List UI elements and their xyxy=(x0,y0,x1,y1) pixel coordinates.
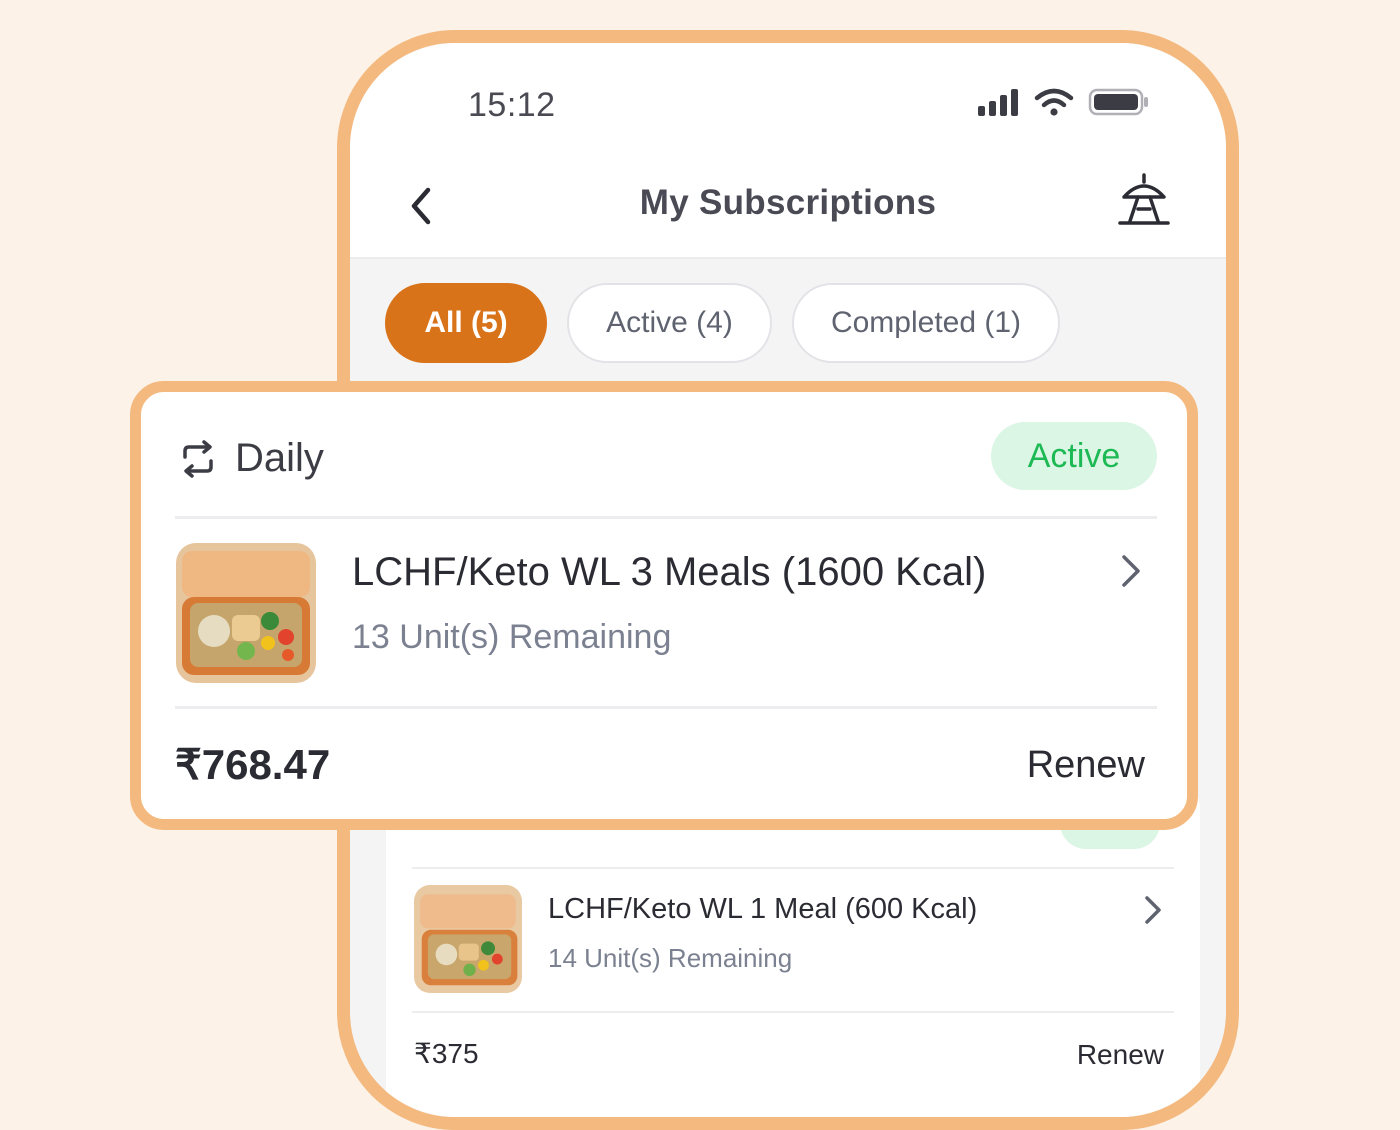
divider xyxy=(412,1011,1174,1013)
units-remaining: 13 Unit(s) Remaining xyxy=(352,618,672,656)
chevron-right-icon[interactable] xyxy=(1119,552,1143,590)
repeat-icon xyxy=(183,440,213,478)
meal-box-image xyxy=(176,543,316,683)
status-icons xyxy=(976,87,1150,117)
meal-thumbnail xyxy=(176,543,316,683)
featured-subscription-card[interactable]: Daily Active LCHF/Keto WL 3 Meals (1600 … xyxy=(130,381,1198,830)
price: ₹375 xyxy=(414,1038,479,1069)
meal-name: LCHF/Keto WL 1 Meal (600 Kcal) xyxy=(548,893,978,925)
subscription-card[interactable]: LCHF/Keto WL 1 Meal (600 Kcal) 14 Unit(s… xyxy=(386,783,1200,1117)
divider xyxy=(175,706,1157,709)
renew-button[interactable]: Renew xyxy=(1077,1039,1164,1071)
wifi-icon xyxy=(1034,88,1074,116)
app-header: 15:12 My Subscriptions xyxy=(350,43,1226,259)
divider xyxy=(412,867,1174,869)
support-button[interactable] xyxy=(1116,169,1172,229)
divider xyxy=(175,516,1157,519)
chevron-right-icon[interactable] xyxy=(1142,893,1164,927)
signal-icon xyxy=(978,89,1018,116)
meal-thumbnail xyxy=(414,885,522,993)
support-beacon-icon xyxy=(1118,173,1170,225)
status-badge: Active xyxy=(991,422,1157,490)
tab-all[interactable]: All (5) xyxy=(385,283,547,363)
battery-icon xyxy=(1088,88,1148,116)
units-remaining: 14 Unit(s) Remaining xyxy=(548,943,793,973)
filter-tabs: All (5) Active (4) Completed (1) xyxy=(385,283,1060,363)
status-time: 15:12 xyxy=(468,86,556,124)
tab-active[interactable]: Active (4) xyxy=(567,283,772,363)
meal-name: LCHF/Keto WL 3 Meals (1600 Kcal) xyxy=(352,550,987,594)
price: ₹768.47 xyxy=(175,741,331,788)
tab-completed[interactable]: Completed (1) xyxy=(792,283,1060,363)
renew-button[interactable]: Renew xyxy=(1027,744,1145,787)
meal-box-image xyxy=(414,885,522,993)
frequency-label: Daily xyxy=(235,436,324,480)
page-title: My Subscriptions xyxy=(639,183,937,222)
